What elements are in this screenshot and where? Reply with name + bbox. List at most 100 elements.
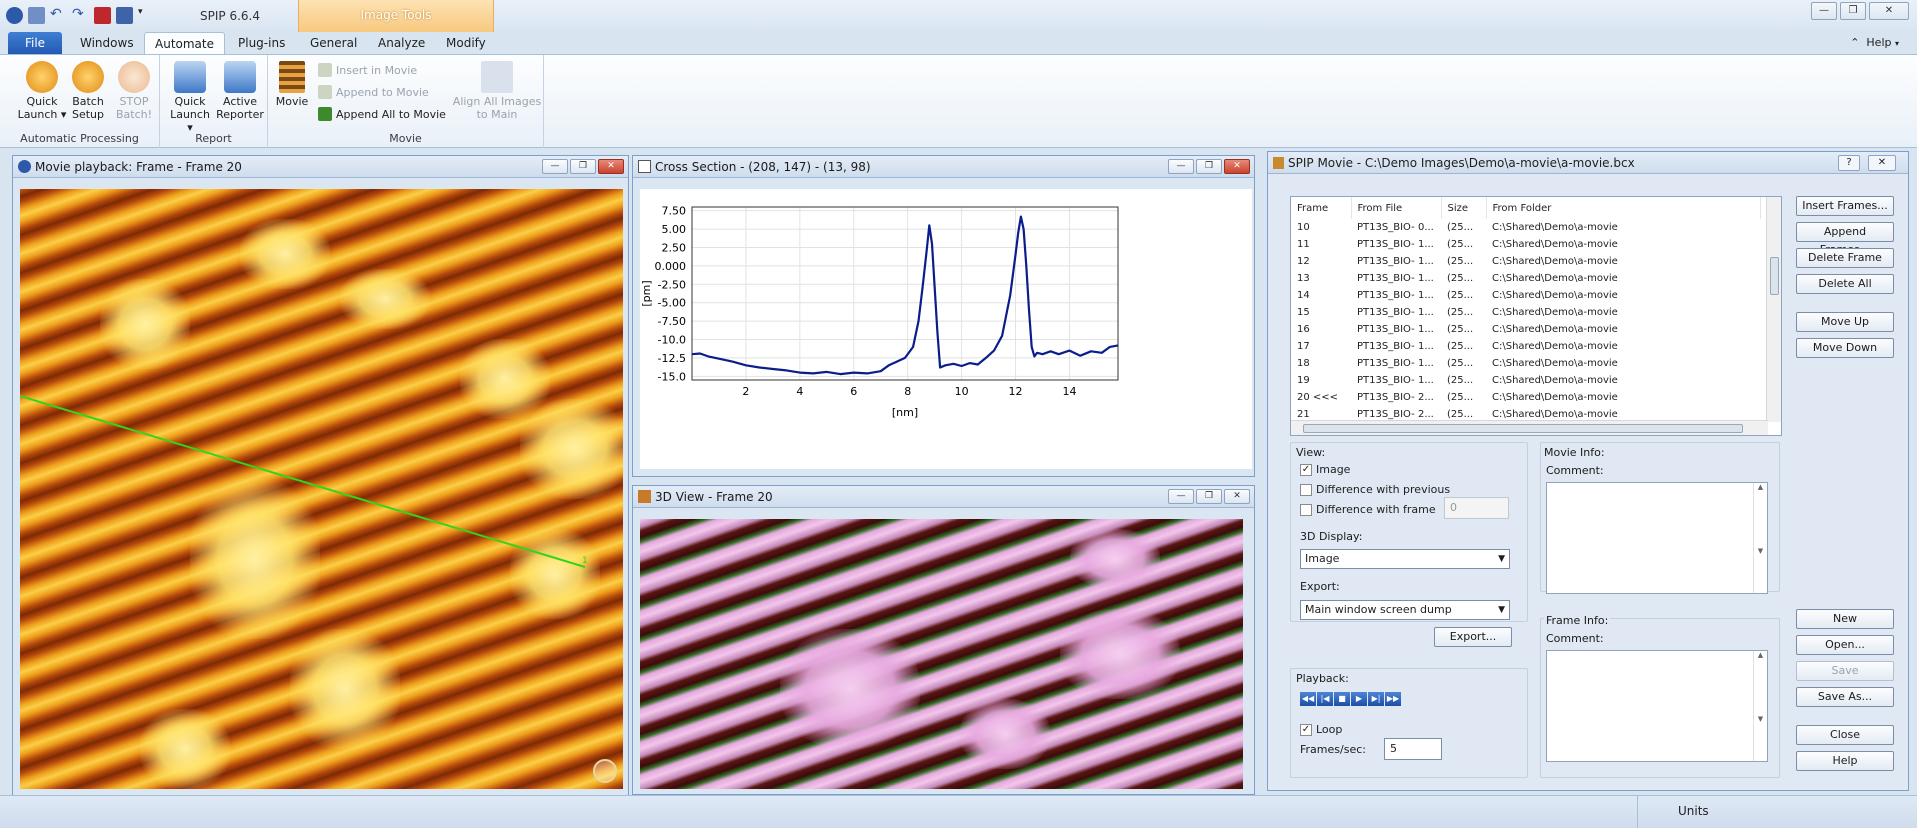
append-all-to-movie-button[interactable]: Append All to Movie [318,107,446,121]
append-to-movie-button[interactable]: Append to Movie [318,85,429,99]
table-row[interactable]: 14 PT13S_BIO- 1... (25... C:\Shared\Demo\a-… [1291,287,1761,304]
open-button[interactable]: Open... [1796,635,1894,655]
status-bar: Units [0,795,1917,828]
quick-launch-report-button[interactable]: Quick Launch ▾ [166,61,214,134]
table-row[interactable]: 10 PT13S_BIO- 0... (25... C:\Shared\Demo\a-… [1291,219,1761,236]
redo-icon[interactable]: ↷ [72,7,89,24]
collapse-ribbon-icon[interactable]: ⌃ [1850,36,1859,49]
close-icon[interactable]: ✕ [1868,155,1896,171]
table-row[interactable]: 13 PT13S_BIO- 1... (25... C:\Shared\Demo\a-… [1291,270,1761,287]
close-button[interactable]: Close [1796,725,1894,745]
vertical-scrollbar[interactable] [1766,197,1781,422]
minimize-icon[interactable]: — [1168,489,1194,504]
difference-frame-spinner[interactable]: 0 [1444,497,1509,519]
save-as-button[interactable]: Save As... [1796,687,1894,707]
loop-checkbox[interactable]: ✓ Loop [1300,723,1342,736]
layout-icon[interactable] [116,7,133,24]
help-menu[interactable]: ⌃ Help ▾ [1850,36,1899,49]
tab-file[interactable]: File [8,32,62,54]
fast-forward-icon[interactable]: ▶▶ [1385,692,1401,706]
tab-analyze[interactable]: Analyze [368,32,435,54]
cross-section-line[interactable]: 1 [20,189,623,789]
tab-automate[interactable]: Automate [144,32,225,54]
table-row[interactable]: 12 PT13S_BIO- 1... (25... C:\Shared\Demo\a-… [1291,253,1761,270]
rewind-icon[interactable]: ◀◀ [1300,692,1316,706]
tab-plug-ins[interactable]: Plug-ins [228,32,295,54]
export-button[interactable]: Export... [1434,627,1512,647]
horizontal-scrollbar[interactable] [1291,420,1768,435]
new-file-icon[interactable] [28,7,45,24]
maximize-icon[interactable]: ❐ [570,159,596,174]
delete-frame-button[interactable]: Delete Frame [1796,248,1894,268]
movie-comment-textarea[interactable]: ▲ ▼ [1546,482,1768,594]
frame-comment-textarea[interactable]: ▲ ▼ [1546,650,1768,762]
insert-in-movie-button[interactable]: Insert in Movie [318,63,417,77]
scroll-thumb[interactable] [1770,257,1779,295]
new-button[interactable]: New [1796,609,1894,629]
movie-button[interactable]: Movie [274,61,310,108]
frames-per-second-input[interactable]: 5 [1384,738,1442,760]
maximize-icon[interactable]: ❐ [1196,489,1222,504]
image-tools-context-tab[interactable]: Image Tools [298,0,494,32]
stop-batch-button[interactable]: STOP Batch! [112,61,156,121]
table-row[interactable]: 11 PT13S_BIO- 1... (25... C:\Shared\Demo\a-… [1291,236,1761,253]
export-select[interactable]: Main window screen dump ▼ [1300,600,1510,620]
help-button[interactable]: Help [1796,751,1894,771]
table-row[interactable]: 16 PT13S_BIO- 1... (25... C:\Shared\Demo\a-… [1291,321,1761,338]
column-from-file[interactable]: From File [1351,197,1442,219]
movie-playback-window: Movie playback: Frame - Frame 20 — ❐ ✕ 1 [12,155,629,797]
help-icon[interactable]: ? [1838,155,1860,171]
play-icon[interactable]: ▶ [1351,692,1367,706]
move-up-button[interactable]: Move Up [1796,312,1894,332]
column-frame[interactable]: Frame [1291,197,1352,219]
table-row[interactable]: 19 PT13S_BIO- 1... (25... C:\Shared\Demo\a-… [1291,372,1761,389]
3d-display-select[interactable]: Image ▼ [1300,549,1510,569]
close-icon[interactable]: ✕ [1224,159,1250,174]
undo-icon[interactable]: ↶ [50,7,67,24]
frame-list[interactable]: Frame From File Size From Folder 10 PT13S… [1290,196,1782,436]
minimize-icon[interactable]: — [1168,159,1194,174]
table-row[interactable]: 18 PT13S_BIO- 1... (25... C:\Shared\Demo\a-… [1291,355,1761,372]
active-reporter-button[interactable]: Active Reporter [216,61,264,121]
grid-icon[interactable] [94,7,111,24]
tab-modify[interactable]: Modify [436,32,496,54]
image-checkbox[interactable]: ✓ Image [1300,463,1350,476]
minimize-icon[interactable]: — [1811,2,1837,20]
quick-launch-button[interactable]: Quick Launch ▾ [14,61,70,121]
append-frames-button[interactable]: Append Frames... [1796,222,1894,256]
scrollbar[interactable]: ▲ ▼ [1753,483,1767,593]
close-icon[interactable]: ✕ [1869,2,1909,20]
units-status[interactable]: Units [1637,796,1709,828]
column-size[interactable]: Size [1441,197,1487,219]
scrollbar[interactable]: ▲ ▼ [1753,651,1767,761]
save-button[interactable]: Save [1796,661,1894,681]
tab-general[interactable]: General [300,32,367,54]
3d-surface-canvas[interactable] [640,519,1243,789]
difference-previous-checkbox[interactable]: Difference with previous [1300,483,1450,496]
afm-image-canvas[interactable]: 1 [20,189,623,789]
minimize-icon[interactable]: — [542,159,568,174]
delete-all-button[interactable]: Delete All [1796,274,1894,294]
difference-frame-checkbox[interactable]: Difference with frame [1300,503,1436,516]
stop-icon[interactable]: ■ [1334,692,1350,706]
close-icon[interactable]: ✕ [598,159,624,174]
customize-qat-icon[interactable]: ▾ [138,7,146,24]
column-from-folder[interactable]: From Folder [1486,197,1761,219]
move-down-button[interactable]: Move Down [1796,338,1894,358]
first-frame-icon[interactable]: |◀ [1317,692,1333,706]
scroll-thumb[interactable] [1303,424,1743,433]
close-icon[interactable]: ✕ [1224,489,1250,504]
table-row[interactable]: 20 <<< PT13S_BIO- 2... (25... C:\Shared\Dem… [1291,389,1761,406]
maximize-icon[interactable]: ❐ [1196,159,1222,174]
table-row[interactable]: 15 PT13S_BIO- 1... (25... C:\Shared\Demo\a-… [1291,304,1761,321]
app-icon[interactable] [6,7,23,24]
last-frame-icon[interactable]: ▶| [1368,692,1384,706]
maximize-icon[interactable]: ❐ [1840,2,1866,20]
align-all-button[interactable]: Align All Images to Main [452,61,542,121]
batch-setup-button[interactable]: Batch Setup [66,61,110,121]
tab-windows[interactable]: Windows [70,32,144,54]
cross-section-chart[interactable]: 2 4 6 8 10 12 14 7.50 5.00 2.50 0.000 -2.50 -5.00 -7.… [640,189,1252,469]
table-row[interactable]: 17 PT13S_BIO- 1... (25... C:\Shared\Demo\a-… [1291,338,1761,355]
insert-frames-button[interactable]: Insert Frames... [1796,196,1894,216]
zoom-icon[interactable] [593,759,617,783]
